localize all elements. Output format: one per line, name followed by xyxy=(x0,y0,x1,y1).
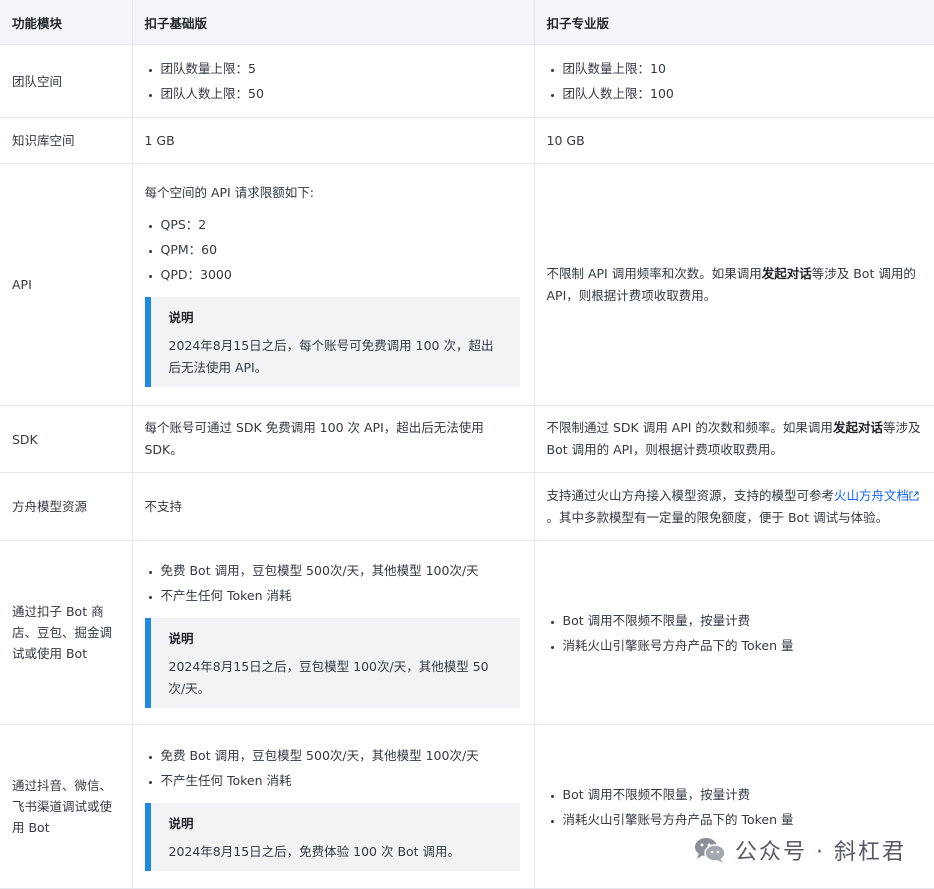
list-item: QPS：2 xyxy=(161,212,522,237)
pro-text: 不限制通过 SDK 调用 API 的次数和频率。如果调用 xyxy=(546,420,833,435)
comparison-table: 功能模块 扣子基础版 扣子专业版 团队空间 团队数量上限：5 团队人数上限：50… xyxy=(0,0,934,889)
list: 团队数量上限：5 团队人数上限：50 xyxy=(145,56,522,106)
pro-text: 。其中多款模型有一定量的限免额度，便于 Bot 调试与体验。 xyxy=(546,509,889,525)
pro-cell: Bot 调用不限频不限量，按量计费 消耗火山引擎账号方舟产品下的 Token 量 xyxy=(534,540,934,725)
list: 团队数量上限：10 团队人数上限：100 xyxy=(547,56,923,106)
note-title: 说明 xyxy=(168,815,194,831)
list-item: 团队数量上限：5 xyxy=(161,56,522,81)
table-row: 通过扣子 Bot 商店、豆包、掘金调试或使用 Bot 免费 Bot 调用，豆包模… xyxy=(0,540,934,725)
table-row: 方舟模型资源 不支持 支持通过火山方舟接入模型资源，支持的模型可参考火山方舟文档… xyxy=(0,472,934,541)
pro-cell: 支持通过火山方舟接入模型资源，支持的模型可参考火山方舟文档。其中多款模型有一定量… xyxy=(534,472,934,541)
list-item: 团队数量上限：10 xyxy=(563,56,923,81)
list-item: QPM：60 xyxy=(161,237,522,262)
pro-cell: 团队数量上限：10 团队人数上限：100 xyxy=(534,44,934,118)
pro-cell: 不限制通过 SDK 调用 API 的次数和频率。如果调用发起对话等涉及 Bot … xyxy=(534,405,934,473)
list-item: 免费 Bot 调用，豆包模型 500次/天，其他模型 100次/天 xyxy=(161,743,522,768)
table-row: API 每个空间的 API 请求限额如下: QPS：2 QPM：60 QPD：3… xyxy=(0,163,934,406)
watermark: 公众号 · 斜杠君 xyxy=(693,834,906,866)
pro-bold-term: 发起对话 xyxy=(761,265,812,281)
basic-cell: 每个账号可通过 SDK 免费调用 100 次 API，超出后无法使用 SDK。 xyxy=(132,405,535,473)
feature-cell: API xyxy=(0,163,133,406)
list-item: Bot 调用不限频不限量，按量计费 xyxy=(563,782,923,807)
note-body: 2024年8月15日之后，每个账号可免费调用 100 次，超出后无法使用 API… xyxy=(168,338,494,375)
header-basic: 扣子基础版 xyxy=(132,0,535,45)
basic-cell: 免费 Bot 调用，豆包模型 500次/天，其他模型 100次/天 不产生任何 … xyxy=(132,540,535,725)
note-body: 2024年8月15日之后，免费体验 100 次 Bot 调用。 xyxy=(168,843,461,859)
note-title: 说明 xyxy=(168,310,194,325)
header-feature: 功能模块 xyxy=(0,0,133,45)
header-pro: 扣子专业版 xyxy=(534,0,934,45)
external-link-icon[interactable] xyxy=(909,491,919,501)
ark-docs-link[interactable]: 火山方舟文档 xyxy=(834,488,909,503)
watermark-text: 公众号 · 斜杠君 xyxy=(735,840,906,865)
basic-cell: 每个空间的 API 请求限额如下: QPS：2 QPM：60 QPD：3000 … xyxy=(132,163,535,406)
api-intro: 每个空间的 API 请求限额如下: xyxy=(144,185,314,200)
list-item: 团队人数上限：100 xyxy=(563,81,923,106)
list: QPS：2 QPM：60 QPD：3000 xyxy=(145,212,522,287)
pro-cell: 10 GB xyxy=(534,117,934,164)
pro-text: 不限制 API 调用频率和次数。如果调用 xyxy=(546,265,762,281)
pro-cell: 不限制 API 调用频率和次数。如果调用发起对话等涉及 Bot 调用的 API，… xyxy=(534,163,934,406)
basic-cell: 团队数量上限：5 团队人数上限：50 xyxy=(132,44,535,118)
list-item: 团队人数上限：50 xyxy=(161,81,522,106)
pro-text: 支持通过火山方舟接入模型资源，支持的模型可参考 xyxy=(546,487,835,503)
note-box: 说明 2024年8月15日之后，豆包模型 100次/天，其他模型 50次/天。 xyxy=(144,617,520,708)
feature-cell: 方舟模型资源 xyxy=(0,472,133,541)
list-item: Bot 调用不限频不限量，按量计费 xyxy=(563,608,923,633)
note-box: 说明 2024年8月15日之后，每个账号可免费调用 100 次，超出后无法使用 … xyxy=(144,297,520,387)
feature-cell: 通过抖音、微信、飞书渠道调试或使用 Bot xyxy=(0,724,133,889)
table-row: 知识库空间 1 GB 10 GB xyxy=(0,117,934,164)
header-row: 功能模块 扣子基础版 扣子专业版 xyxy=(0,0,934,45)
list-item: 不产生任何 Token 消耗 xyxy=(161,583,522,608)
feature-cell: 知识库空间 xyxy=(0,117,133,164)
basic-cell: 1 GB xyxy=(132,117,535,164)
list: Bot 调用不限频不限量，按量计费 消耗火山引擎账号方舟产品下的 Token 量 xyxy=(547,782,923,832)
table-row: 团队空间 团队数量上限：5 团队人数上限：50 团队数量上限：10 团队人数上限… xyxy=(0,44,934,118)
basic-cell: 免费 Bot 调用，豆包模型 500次/天，其他模型 100次/天 不产生任何 … xyxy=(132,724,535,889)
list-item: 消耗火山引擎账号方舟产品下的 Token 量 xyxy=(563,633,923,658)
note-body: 2024年8月15日之后，豆包模型 100次/天，其他模型 50次/天。 xyxy=(168,658,489,696)
note-title: 说明 xyxy=(168,630,194,646)
pro-bold-term: 发起对话 xyxy=(832,420,883,435)
note-box: 说明 2024年8月15日之后，免费体验 100 次 Bot 调用。 xyxy=(144,802,520,871)
basic-cell: 不支持 xyxy=(132,472,535,541)
list-item: 免费 Bot 调用，豆包模型 500次/天，其他模型 100次/天 xyxy=(161,558,522,583)
feature-cell: 团队空间 xyxy=(0,44,133,118)
list-item: 消耗火山引擎账号方舟产品下的 Token 量 xyxy=(563,807,923,832)
table-row: SDK 每个账号可通过 SDK 免费调用 100 次 API，超出后无法使用 S… xyxy=(0,405,934,473)
wechat-icon xyxy=(695,838,726,863)
list-item: QPD：3000 xyxy=(161,262,522,287)
list: 免费 Bot 调用，豆包模型 500次/天，其他模型 100次/天 不产生任何 … xyxy=(145,558,522,608)
list-item: 不产生任何 Token 消耗 xyxy=(161,768,522,793)
list: 免费 Bot 调用，豆包模型 500次/天，其他模型 100次/天 不产生任何 … xyxy=(145,743,522,793)
feature-cell: 通过扣子 Bot 商店、豆包、掘金调试或使用 Bot xyxy=(0,540,133,725)
feature-cell: SDK xyxy=(0,405,133,473)
list: Bot 调用不限频不限量，按量计费 消耗火山引擎账号方舟产品下的 Token 量 xyxy=(547,608,923,658)
